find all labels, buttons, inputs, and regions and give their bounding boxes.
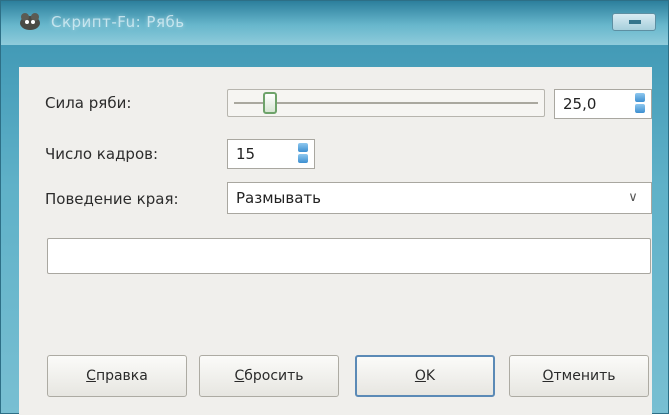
close-button[interactable]: [612, 13, 656, 31]
ok-mnemonic: O: [414, 368, 426, 384]
frame-count-label: Число кадров:: [45, 145, 159, 163]
cancel-label: тменить: [553, 368, 616, 384]
progress-bar: [47, 238, 651, 274]
ripple-strength-slider[interactable]: [227, 89, 545, 117]
slider-groove: [234, 102, 538, 104]
cancel-mnemonic: О: [542, 368, 554, 384]
ok-label: K: [425, 368, 436, 384]
help-mnemonic: С: [86, 368, 96, 384]
title-bar[interactable]: Скрипт-Fu: Рябь: [1, 1, 668, 45]
edge-behavior-select[interactable]: Размывать ∨: [227, 182, 652, 214]
gimp-icon: [20, 13, 40, 30]
reset-mnemonic: С: [234, 368, 245, 384]
close-icon: [629, 20, 641, 24]
frame-count-spinner[interactable]: 15: [227, 139, 315, 169]
spin-arrows-icon[interactable]: [635, 93, 647, 115]
help-label: правка: [95, 368, 148, 384]
spin-arrows-icon[interactable]: [298, 143, 310, 165]
window-title: Скрипт-Fu: Рябь: [51, 13, 185, 31]
ripple-strength-value: 25,0: [563, 95, 597, 113]
chevron-down-icon[interactable]: ∨: [625, 190, 641, 206]
ripple-strength-spinner[interactable]: 25,0: [554, 89, 652, 119]
cancel-button[interactable]: Отменить: [509, 355, 649, 397]
ok-button[interactable]: OK: [355, 355, 495, 397]
slider-handle[interactable]: [263, 92, 277, 114]
edge-behavior-value: Размывать: [236, 189, 321, 207]
frame-count-value: 15: [236, 145, 256, 163]
edge-behavior-label: Поведение края:: [45, 190, 179, 208]
ripple-strength-label: Сила ряби:: [45, 94, 132, 112]
reset-button[interactable]: Сбросить: [199, 355, 339, 397]
help-button[interactable]: Справка: [47, 355, 187, 397]
reset-label: бросить: [244, 368, 304, 384]
dialog-window: Скрипт-Fu: Рябь Сила ряби: 25,0 Число ка…: [0, 0, 669, 415]
